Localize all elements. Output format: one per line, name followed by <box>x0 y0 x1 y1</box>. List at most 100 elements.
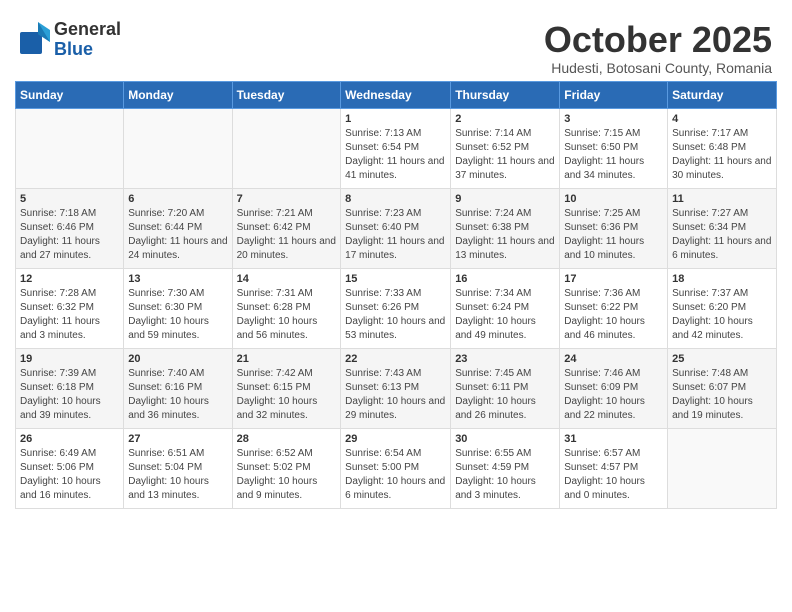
cell-info: Sunrise: 7:45 AMSunset: 6:11 PMDaylight:… <box>455 367 555 423</box>
day-number: 17 <box>564 273 663 285</box>
cell-info: Sunrise: 7:36 AMSunset: 6:22 PMDaylight:… <box>564 287 663 343</box>
calendar-cell <box>16 108 124 188</box>
calendar-header: SundayMondayTuesdayWednesdayThursdayFrid… <box>16 81 777 108</box>
day-number: 20 <box>128 353 227 365</box>
day-number: 30 <box>455 433 555 445</box>
cell-info: Sunrise: 7:21 AMSunset: 6:42 PMDaylight:… <box>237 207 337 263</box>
day-number: 9 <box>455 193 555 205</box>
cell-info: Sunrise: 6:55 AMSunset: 4:59 PMDaylight:… <box>455 447 555 503</box>
day-number: 26 <box>20 433 119 445</box>
day-number: 12 <box>20 273 119 285</box>
day-number: 4 <box>672 113 772 125</box>
cell-info: Sunrise: 7:24 AMSunset: 6:38 PMDaylight:… <box>455 207 555 263</box>
cell-info: Sunrise: 7:40 AMSunset: 6:16 PMDaylight:… <box>128 367 227 423</box>
calendar-cell: 18Sunrise: 7:37 AMSunset: 6:20 PMDayligh… <box>668 268 777 348</box>
cell-info: Sunrise: 7:15 AMSunset: 6:50 PMDaylight:… <box>564 127 663 183</box>
calendar-cell: 2 Sunrise: 7:14 AMSunset: 6:52 PMDaylight… <box>451 108 560 188</box>
day-number: 25 <box>672 353 772 365</box>
day-number: 2 <box>455 113 555 125</box>
calendar-week-2: 5 Sunrise: 7:18 AMSunset: 6:46 PMDaylight… <box>16 188 777 268</box>
day-number: 14 <box>237 273 337 285</box>
page-header: General Blue October 2025 Hudesti, Botos… <box>10 10 782 81</box>
weekday-header-wednesday: Wednesday <box>341 81 451 108</box>
weekday-header-row: SundayMondayTuesdayWednesdayThursdayFrid… <box>16 81 777 108</box>
day-number: 28 <box>237 433 337 445</box>
weekday-header-thursday: Thursday <box>451 81 560 108</box>
cell-info: Sunrise: 7:13 AMSunset: 6:54 PMDaylight:… <box>345 127 446 183</box>
cell-info: Sunrise: 7:43 AMSunset: 6:13 PMDaylight:… <box>345 367 446 423</box>
calendar-cell: 1 Sunrise: 7:13 AMSunset: 6:54 PMDaylight… <box>341 108 451 188</box>
day-number: 1 <box>345 113 446 125</box>
cell-info: Sunrise: 7:17 AMSunset: 6:48 PMDaylight:… <box>672 127 772 183</box>
calendar-cell: 24 Sunrise: 7:46 AMSunset: 6:09 PMDayligh… <box>560 348 668 428</box>
calendar-cell: 4 Sunrise: 7:17 AMSunset: 6:48 PMDaylight… <box>668 108 777 188</box>
calendar-cell: 3Sunrise: 7:15 AMSunset: 6:50 PMDaylight… <box>560 108 668 188</box>
cell-info: Sunrise: 7:46 AMSunset: 6:09 PMDaylight:… <box>564 367 663 423</box>
calendar-cell <box>232 108 341 188</box>
calendar-cell <box>668 428 777 508</box>
calendar-cell: 16Sunrise: 7:34 AMSunset: 6:24 PMDayligh… <box>451 268 560 348</box>
logo-general-text: General <box>54 20 121 40</box>
day-number: 10 <box>564 193 663 205</box>
cell-info: Sunrise: 6:52 AMSunset: 5:02 PMDaylight:… <box>237 447 337 503</box>
cell-info: Sunrise: 7:14 AMSunset: 6:52 PMDaylight:… <box>455 127 555 183</box>
logo-icon <box>20 22 50 57</box>
calendar-cell: 6 Sunrise: 7:20 AMSunset: 6:44 PMDaylight… <box>124 188 232 268</box>
calendar-cell: 25 Sunrise: 7:48 AMSunset: 6:07 PMDayligh… <box>668 348 777 428</box>
calendar-cell: 20 Sunrise: 7:40 AMSunset: 6:16 PMDayligh… <box>124 348 232 428</box>
calendar-cell: 11Sunrise: 7:27 AMSunset: 6:34 PMDayligh… <box>668 188 777 268</box>
month-title: October 2025 <box>544 20 772 60</box>
calendar-cell: 10 Sunrise: 7:25 AMSunset: 6:36 PMDayligh… <box>560 188 668 268</box>
day-number: 11 <box>672 193 772 205</box>
day-number: 24 <box>564 353 663 365</box>
day-number: 18 <box>672 273 772 285</box>
calendar-table: SundayMondayTuesdayWednesdayThursdayFrid… <box>15 81 777 509</box>
calendar-cell: 27 Sunrise: 6:51 AMSunset: 5:04 PMDayligh… <box>124 428 232 508</box>
calendar-cell: 8Sunrise: 7:23 AMSunset: 6:40 PMDaylight… <box>341 188 451 268</box>
weekday-header-monday: Monday <box>124 81 232 108</box>
calendar-week-1: 1 Sunrise: 7:13 AMSunset: 6:54 PMDaylight… <box>16 108 777 188</box>
location-subtitle: Hudesti, Botosani County, Romania <box>544 60 772 76</box>
calendar-week-5: 26Sunrise: 6:49 AMSunset: 5:06 PMDayligh… <box>16 428 777 508</box>
day-number: 5 <box>20 193 119 205</box>
logo-blue-text: Blue <box>54 40 121 60</box>
day-number: 8 <box>345 193 446 205</box>
day-number: 21 <box>237 353 337 365</box>
calendar-body: 1 Sunrise: 7:13 AMSunset: 6:54 PMDaylight… <box>16 108 777 508</box>
calendar-cell: 13Sunrise: 7:30 AMSunset: 6:30 PMDayligh… <box>124 268 232 348</box>
calendar-cell: 23Sunrise: 7:45 AMSunset: 6:11 PMDayligh… <box>451 348 560 428</box>
calendar-cell: 17 Sunrise: 7:36 AMSunset: 6:22 PMDayligh… <box>560 268 668 348</box>
cell-info: Sunrise: 7:39 AMSunset: 6:18 PMDaylight:… <box>20 367 119 423</box>
cell-info: Sunrise: 7:25 AMSunset: 6:36 PMDaylight:… <box>564 207 663 263</box>
cell-info: Sunrise: 6:54 AMSunset: 5:00 PMDaylight:… <box>345 447 446 503</box>
calendar-cell: 9 Sunrise: 7:24 AMSunset: 6:38 PMDaylight… <box>451 188 560 268</box>
day-number: 6 <box>128 193 227 205</box>
logo: General Blue <box>20 20 121 60</box>
weekday-header-sunday: Sunday <box>16 81 124 108</box>
calendar-cell: 21Sunrise: 7:42 AMSunset: 6:15 PMDayligh… <box>232 348 341 428</box>
day-number: 29 <box>345 433 446 445</box>
calendar-cell: 19 Sunrise: 7:39 AMSunset: 6:18 PMDayligh… <box>16 348 124 428</box>
day-number: 7 <box>237 193 337 205</box>
cell-info: Sunrise: 7:20 AMSunset: 6:44 PMDaylight:… <box>128 207 227 263</box>
weekday-header-tuesday: Tuesday <box>232 81 341 108</box>
calendar-cell: 12Sunrise: 7:28 AMSunset: 6:32 PMDayligh… <box>16 268 124 348</box>
cell-info: Sunrise: 6:51 AMSunset: 5:04 PMDaylight:… <box>128 447 227 503</box>
weekday-header-friday: Friday <box>560 81 668 108</box>
calendar-week-4: 19 Sunrise: 7:39 AMSunset: 6:18 PMDayligh… <box>16 348 777 428</box>
logo-text: General Blue <box>54 20 121 60</box>
cell-info: Sunrise: 7:18 AMSunset: 6:46 PMDaylight:… <box>20 207 119 263</box>
day-number: 19 <box>20 353 119 365</box>
day-number: 27 <box>128 433 227 445</box>
calendar-cell: 14Sunrise: 7:31 AMSunset: 6:28 PMDayligh… <box>232 268 341 348</box>
day-number: 13 <box>128 273 227 285</box>
day-number: 15 <box>345 273 446 285</box>
calendar-cell: 28 Sunrise: 6:52 AMSunset: 5:02 PMDayligh… <box>232 428 341 508</box>
calendar-cell: 26Sunrise: 6:49 AMSunset: 5:06 PMDayligh… <box>16 428 124 508</box>
weekday-header-saturday: Saturday <box>668 81 777 108</box>
calendar-cell: 30 Sunrise: 6:55 AMSunset: 4:59 PMDayligh… <box>451 428 560 508</box>
day-number: 22 <box>345 353 446 365</box>
calendar-cell: 5 Sunrise: 7:18 AMSunset: 6:46 PMDaylight… <box>16 188 124 268</box>
calendar-cell <box>124 108 232 188</box>
cell-info: Sunrise: 7:48 AMSunset: 6:07 PMDaylight:… <box>672 367 772 423</box>
